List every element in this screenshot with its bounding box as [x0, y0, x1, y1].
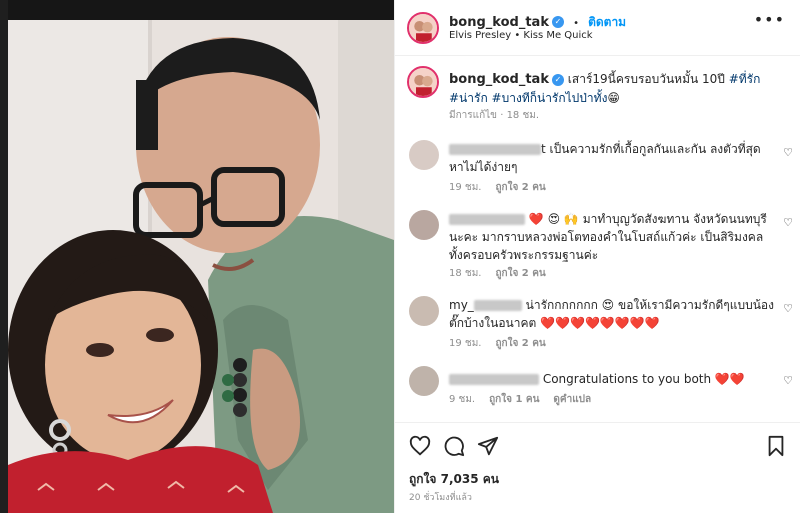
- commenter-username-blurred[interactable]: [449, 144, 541, 155]
- left-gutter: [0, 0, 8, 513]
- action-bar: [395, 422, 800, 466]
- commenter-avatar[interactable]: [409, 210, 439, 240]
- meta-dot: ·: [500, 110, 504, 121]
- commenter-username-blurred[interactable]: [473, 300, 522, 311]
- edited-label: มีการแก้ไข: [449, 110, 497, 121]
- comment-like-icon[interactable]: ♡: [783, 302, 793, 315]
- caption-username[interactable]: bong_kod_tak: [449, 72, 549, 87]
- comment-hearts: ❤️❤️: [714, 372, 745, 386]
- post-time-ago: 20 ชั่วโมงที่แล้ว: [409, 493, 472, 503]
- commenter-avatar[interactable]: [409, 366, 439, 396]
- post-panel: bong_kod_tak ✓ • ติดตาม Elvis Presley • K…: [394, 0, 800, 513]
- verified-icon: ✓: [551, 73, 564, 86]
- caption-emoji: 😁: [607, 91, 620, 105]
- comment-likes[interactable]: ถูกใจ 2 คน: [495, 268, 545, 279]
- translate-link[interactable]: ดูคำแปล: [553, 394, 591, 405]
- comment-body: Congratulations to you both: [542, 372, 715, 386]
- comment-likes[interactable]: ถูกใจ 2 คน: [495, 182, 545, 193]
- comment-time: 19 ชม.: [449, 338, 482, 349]
- music-label[interactable]: Elvis Presley • Kiss Me Quick: [449, 30, 593, 41]
- commenter-prefix[interactable]: my_: [449, 298, 474, 312]
- comment-like-icon[interactable]: ♡: [783, 374, 793, 387]
- comment-text: ❤️ 😍 🙌 มาทำบุญวัดสังฆทาน จังหวัดนนทบุรีน…: [449, 210, 775, 264]
- selfie-image: [8, 20, 394, 513]
- likes-count[interactable]: ถูกใจ 7,035 คน: [409, 470, 499, 489]
- share-icon[interactable]: [477, 435, 499, 457]
- comment-hearts: ❤️❤️❤️❤️❤️❤️❤️❤️: [540, 316, 660, 330]
- comment-time: 18 ชม.: [449, 268, 482, 279]
- author-avatar[interactable]: [407, 12, 439, 44]
- post-header: bong_kod_tak ✓ • ติดตาม Elvis Presley • K…: [395, 0, 800, 56]
- comment-text: t เป็นความรักที่เกื้อกูลกันและกัน ลงตัวท…: [449, 140, 775, 176]
- caption-avatar[interactable]: [407, 66, 439, 98]
- hashtag-2[interactable]: #น่ารัก: [449, 91, 488, 105]
- bookmark-icon[interactable]: [765, 435, 787, 457]
- heart-icon[interactable]: [409, 435, 431, 457]
- comment-meta: 9 ชม. ถูกใจ 1 คน ดูคำแปล: [449, 392, 591, 407]
- commenter-avatar[interactable]: [409, 296, 439, 326]
- comment-likes[interactable]: ถูกใจ 2 คน: [495, 338, 545, 349]
- commenter-username-blurred[interactable]: [449, 214, 525, 225]
- commenter-avatar[interactable]: [409, 140, 439, 170]
- caption-body: เสาร์19นี้ครบรอบวันหมั้น 10ปี: [563, 72, 729, 86]
- post-photo[interactable]: [8, 20, 394, 513]
- follow-button[interactable]: ติดตาม: [588, 15, 626, 29]
- comment-emojis: ❤️ 😍 🙌: [528, 212, 579, 226]
- caption-meta: มีการแก้ไข · 18 ชม.: [449, 108, 539, 123]
- comment-meta: 19 ชม. ถูกใจ 2 คน: [449, 180, 546, 195]
- caption-time: 18 ชม.: [506, 110, 540, 121]
- comment-like-icon[interactable]: ♡: [783, 216, 793, 229]
- comment-time: 19 ชม.: [449, 182, 482, 193]
- author-username[interactable]: bong_kod_tak: [449, 15, 549, 30]
- comment-text: Congratulations to you both ❤️❤️: [449, 370, 775, 388]
- comment-like-icon[interactable]: ♡: [783, 146, 793, 159]
- comment-time: 9 ชม.: [449, 394, 476, 405]
- photo-top-bar: [8, 0, 394, 20]
- caption-text: bong_kod_tak ✓ เสาร์19นี้ครบรอบวันหมั้น 1…: [449, 70, 779, 107]
- comment-meta: 19 ชม. ถูกใจ 2 คน: [449, 336, 546, 351]
- more-icon[interactable]: •••: [754, 10, 785, 29]
- comment-text: my_ น่ารักกกกกกก 😍 ขอให้เรามีความรักดีๆแ…: [449, 296, 775, 332]
- hashtag-3[interactable]: #บางทีก็น่ารักไปป่าทั้ง: [492, 91, 608, 105]
- comment-likes[interactable]: ถูกใจ 1 คน: [489, 394, 539, 405]
- verified-icon: ✓: [551, 15, 564, 28]
- separator-dot: •: [573, 18, 579, 29]
- comment-icon[interactable]: [443, 435, 465, 457]
- comment-meta: 18 ชม. ถูกใจ 2 คน: [449, 266, 546, 281]
- hashtag-1[interactable]: #ที่รัก: [729, 72, 761, 86]
- commenter-username-blurred[interactable]: [449, 374, 539, 385]
